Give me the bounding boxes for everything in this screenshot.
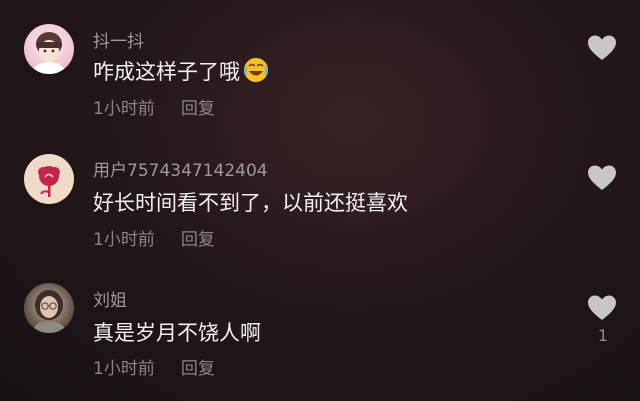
heart-icon[interactable] <box>587 294 617 322</box>
comment-text: 真是岁月不饶人啊 <box>93 321 261 345</box>
username[interactable]: 刘姐 <box>93 286 127 311</box>
user-avatar-icon <box>33 290 65 333</box>
like-count: 1 <box>597 326 609 345</box>
avatar[interactable] <box>24 283 74 333</box>
reply-button[interactable]: 回复 <box>181 359 215 379</box>
comment-item: 刘姐 真是岁月不饶人啊 1小时前 回复 1 <box>0 0 640 401</box>
comment-meta: 1小时前 回复 <box>93 354 215 379</box>
comment-time: 1小时前 <box>93 359 155 379</box>
